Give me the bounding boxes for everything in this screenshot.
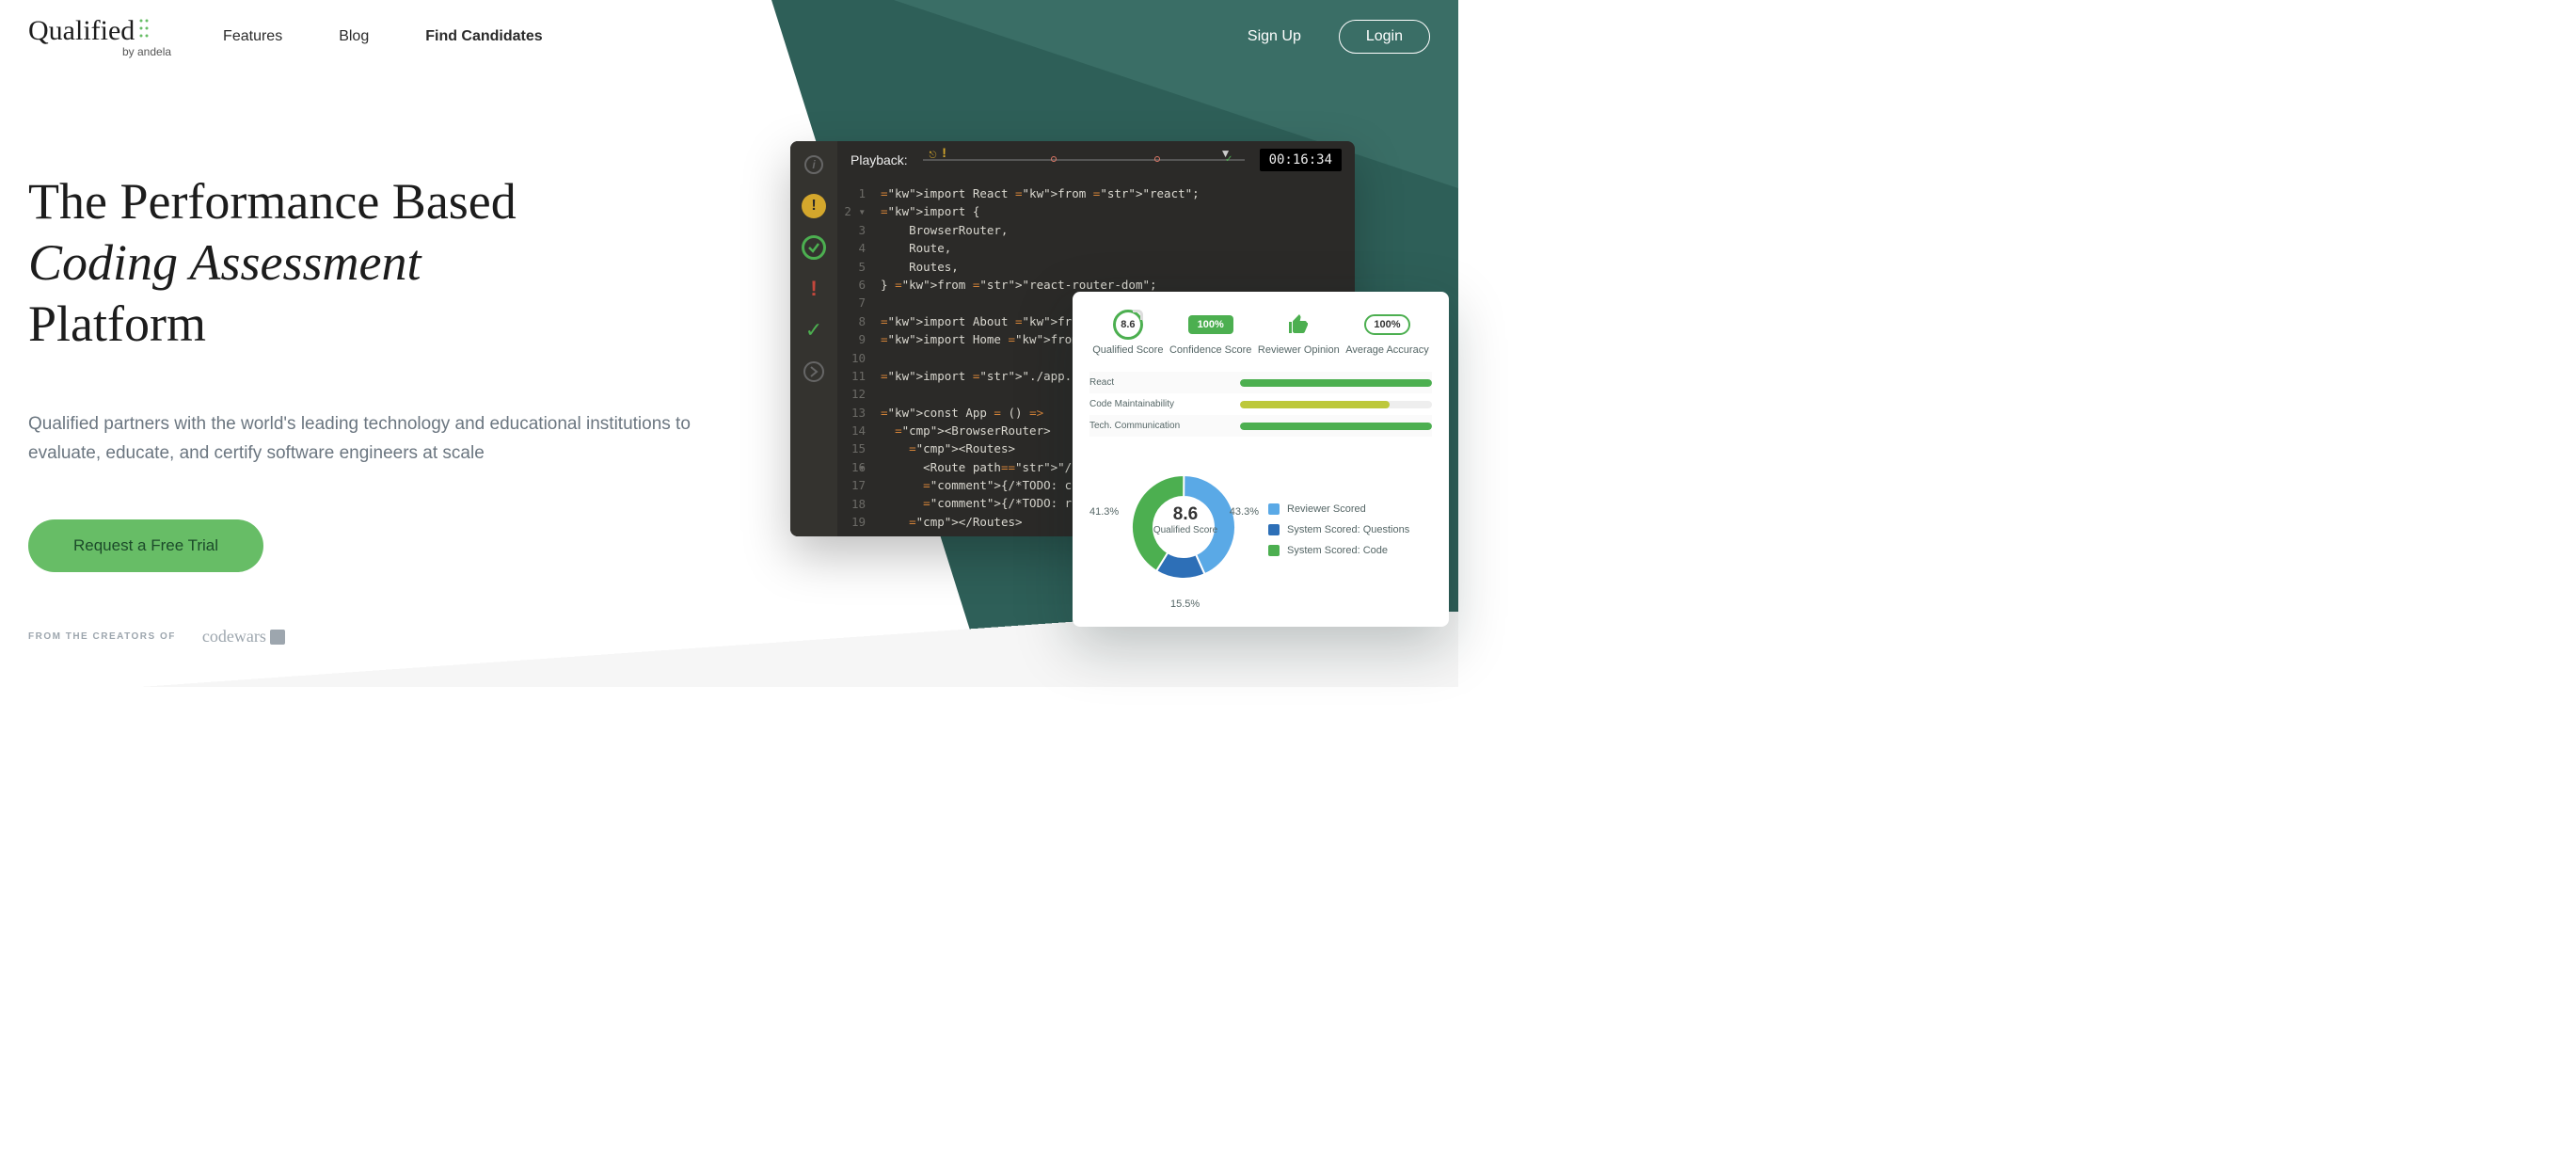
ring-icon: 100% — [1364, 314, 1409, 335]
check-icon: ✓ — [802, 318, 826, 343]
nav-features[interactable]: Features — [223, 28, 282, 45]
request-trial-button[interactable]: Request a Free Trial — [28, 519, 263, 572]
ring-icon: 8.6 — [1113, 310, 1143, 340]
warning-icon: ! — [802, 194, 826, 218]
logo-subtext: by andela — [122, 45, 171, 58]
legend-row: Reviewer Scored — [1268, 503, 1432, 515]
metric-qualified-score: 8.6 Qualified Score — [1092, 311, 1163, 357]
donut-center: 8.6 Qualified Score — [1153, 504, 1218, 535]
svg-text:i: i — [812, 158, 816, 171]
login-button[interactable]: Login — [1339, 20, 1430, 54]
error-icon: ! — [802, 277, 826, 301]
info-icon: i — [802, 152, 826, 177]
codewars-logo[interactable]: codewars — [202, 627, 285, 646]
hero-line2: Coding Assessment — [28, 234, 421, 291]
pct-left: 41.3% — [1089, 506, 1119, 518]
playhead-icon: ▼ — [1220, 147, 1232, 160]
hero-sub: Qualified partners with the world's lead… — [28, 410, 706, 468]
logo[interactable]: Qualified by andela — [28, 15, 171, 58]
skill-bar-row: Code Maintainability — [1089, 393, 1432, 415]
metric-reviewer-opinion: Reviewer Opinion — [1258, 311, 1340, 357]
line-gutters: 12 ▾3456789101112131415 ▾16171819 — [837, 179, 873, 536]
donut-section: 8.6 Qualified Score 41.3% 43.3% 15.5% Re… — [1089, 450, 1432, 610]
donut-legend: Reviewer Scored System Scored: Questions S… — [1268, 503, 1432, 556]
metric-confidence-score: 100% Confidence Score — [1169, 311, 1251, 357]
check-ring-icon — [802, 235, 826, 260]
pill-icon: 100% — [1188, 315, 1233, 334]
signup-link[interactable]: Sign Up — [1248, 28, 1301, 45]
codewars-icon — [270, 630, 285, 645]
nav-blog[interactable]: Blog — [339, 28, 369, 45]
creators-row: FROM THE CREATORS OF codewars — [28, 627, 715, 646]
skill-bar-row: Tech. Communication — [1089, 415, 1432, 437]
hero-line1: The Performance Based — [28, 173, 517, 230]
legend-row: System Scored: Questions — [1268, 524, 1432, 535]
legend-swatch — [1268, 524, 1280, 535]
codewars-text: codewars — [202, 627, 266, 646]
pct-right: 43.3% — [1230, 506, 1259, 518]
legend-swatch — [1268, 545, 1280, 556]
header-right: Sign Up Login — [1248, 20, 1430, 54]
nav: Features Blog Find Candidates — [223, 28, 543, 45]
legend-swatch — [1268, 503, 1280, 515]
logo-text: Qualified — [28, 15, 135, 47]
playback-timer: 00:16:34 — [1260, 149, 1342, 171]
logo-dots-icon — [138, 15, 150, 47]
creators-label: FROM THE CREATORS OF — [28, 631, 176, 642]
score-card: 8.6 Qualified Score 100% Confidence Scor… — [1073, 292, 1449, 627]
legend-row: System Scored: Code — [1268, 545, 1432, 556]
editor-sidebar: i ! ! ✓ — [790, 141, 837, 536]
donut-chart: 8.6 Qualified Score 41.3% 43.3% 15.5% — [1089, 450, 1268, 610]
metrics-row: 8.6 Qualified Score 100% Confidence Scor… — [1089, 311, 1432, 357]
playback-timeline[interactable]: ⎋ ! ✓ ▼ — [923, 151, 1245, 169]
skill-bars: ReactCode MaintainabilityTech. Communica… — [1089, 372, 1432, 437]
metric-average-accuracy: 100% Average Accuracy — [1345, 311, 1428, 357]
hero-headline: The Performance Based Coding Assessment … — [28, 171, 715, 354]
header: Qualified by andela Features Blog Find C… — [0, 0, 1458, 58]
thumbs-up-icon — [1287, 311, 1310, 339]
skill-bar-row: React — [1089, 372, 1432, 393]
hero-line3: Platform — [28, 295, 206, 352]
playback-bar: Playback: ⎋ ! ✓ ▼ 00:16:34 — [837, 141, 1355, 179]
arrow-right-icon — [802, 359, 826, 384]
hero: The Performance Based Coding Assessment … — [0, 58, 715, 646]
pct-bottom: 15.5% — [1170, 598, 1200, 610]
playback-label: Playback: — [851, 152, 908, 168]
nav-find-candidates[interactable]: Find Candidates — [425, 28, 542, 45]
